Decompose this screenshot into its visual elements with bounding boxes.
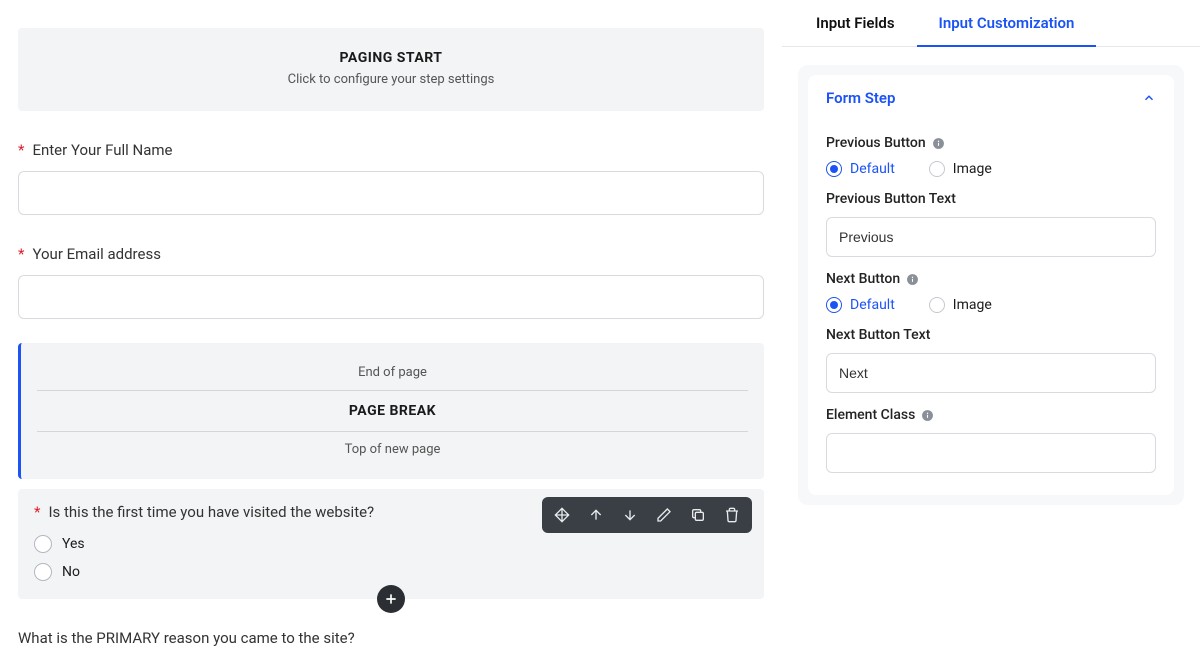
- field-primary-reason[interactable]: What is the PRIMARY reason you came to t…: [18, 629, 764, 647]
- field-full-name[interactable]: * Enter Your Full Name: [18, 141, 764, 215]
- radio-icon: [826, 297, 842, 313]
- divider: [37, 431, 748, 432]
- prev-button-text-input[interactable]: [826, 217, 1156, 257]
- prev-text-label: Previous Button Text: [826, 191, 1156, 207]
- info-icon: [932, 137, 945, 150]
- required-mark: *: [18, 141, 24, 159]
- field-label: Your Email address: [32, 245, 160, 263]
- email-input[interactable]: [18, 275, 764, 319]
- add-field-button[interactable]: [377, 585, 405, 613]
- option-label: Yes: [62, 536, 85, 552]
- field-label: Is this the first time you have visited …: [48, 503, 374, 521]
- page-break-title: PAGE BREAK: [37, 403, 748, 419]
- next-type-default[interactable]: Default: [826, 297, 895, 313]
- arrow-up-icon[interactable]: [580, 501, 612, 529]
- radio-icon: [929, 161, 945, 177]
- required-mark: *: [18, 245, 24, 263]
- radio-icon: [929, 297, 945, 313]
- radio-label: Default: [850, 161, 895, 177]
- divider: [37, 390, 748, 391]
- page-break-end: End of page: [37, 365, 748, 380]
- radio-label: Image: [953, 161, 992, 177]
- next-text-label: Next Button Text: [826, 327, 1156, 343]
- next-button-section: Next Button: [826, 271, 1156, 287]
- element-class-input[interactable]: [826, 433, 1156, 473]
- page-break-block[interactable]: End of page PAGE BREAK Top of new page: [18, 343, 764, 479]
- tab-input-fields[interactable]: Input Fields: [794, 0, 917, 46]
- field-label: What is the PRIMARY reason you came to t…: [18, 629, 355, 647]
- right-sidebar: Input Fields Input Customization Form St…: [782, 0, 1200, 579]
- radio-icon: [34, 535, 52, 553]
- field-label: Enter Your Full Name: [32, 141, 172, 159]
- form-canvas: PAGING START Click to configure your ste…: [0, 0, 782, 579]
- radio-label: Default: [850, 297, 895, 313]
- option-yes[interactable]: Yes: [34, 535, 748, 553]
- field-first-visit[interactable]: * Is this the first time you have visite…: [18, 489, 764, 599]
- radio-icon: [826, 161, 842, 177]
- paging-start-title: PAGING START: [34, 50, 748, 66]
- option-label: No: [62, 564, 80, 580]
- section-text: Element Class: [826, 407, 915, 423]
- prev-button-section: Previous Button: [826, 135, 1156, 151]
- paging-start-hint: Click to configure your step settings: [34, 72, 748, 87]
- card-title: Form Step: [826, 89, 895, 107]
- form-step-toggle[interactable]: Form Step: [808, 75, 1174, 117]
- required-mark: *: [34, 503, 40, 521]
- info-icon: [921, 409, 934, 422]
- trash-icon[interactable]: [716, 501, 748, 529]
- sidebar-tabs: Input Fields Input Customization: [782, 0, 1200, 47]
- full-name-input[interactable]: [18, 171, 764, 215]
- duplicate-icon[interactable]: [682, 501, 714, 529]
- edit-icon[interactable]: [648, 501, 680, 529]
- prev-type-image[interactable]: Image: [929, 161, 992, 177]
- field-toolbar: [542, 497, 752, 533]
- section-text: Previous Button: [826, 135, 926, 151]
- element-class-section: Element Class: [826, 407, 1156, 423]
- field-email[interactable]: * Your Email address: [18, 245, 764, 319]
- radio-label: Image: [953, 297, 992, 313]
- next-type-image[interactable]: Image: [929, 297, 992, 313]
- section-text: Next Button: [826, 271, 900, 287]
- radio-icon: [34, 563, 52, 581]
- form-step-card: Form Step Previous Button Default: [808, 75, 1174, 495]
- option-no[interactable]: No: [34, 563, 748, 581]
- move-icon[interactable]: [546, 501, 578, 529]
- chevron-up-icon: [1142, 91, 1156, 105]
- next-button-text-input[interactable]: [826, 353, 1156, 393]
- customization-panel: Form Step Previous Button Default: [798, 65, 1184, 505]
- tab-input-customization[interactable]: Input Customization: [917, 0, 1097, 46]
- paging-start-block[interactable]: PAGING START Click to configure your ste…: [18, 28, 764, 111]
- prev-type-default[interactable]: Default: [826, 161, 895, 177]
- arrow-down-icon[interactable]: [614, 501, 646, 529]
- page-break-top: Top of new page: [37, 442, 748, 457]
- info-icon: [906, 273, 919, 286]
